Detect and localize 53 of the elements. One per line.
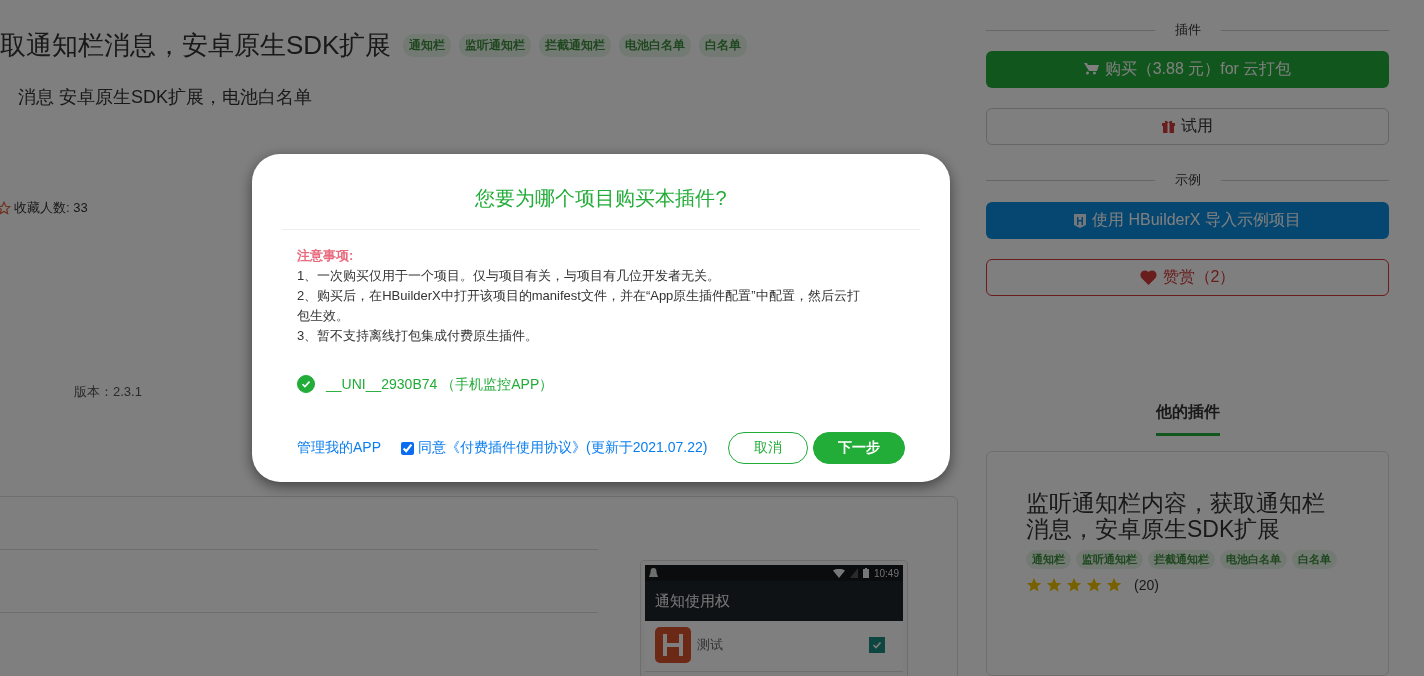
tag[interactable]: 拦截通知栏 [1148, 550, 1215, 569]
notice-label: 注意事项: [297, 247, 355, 265]
next-button[interactable]: 下一步 [813, 432, 905, 464]
tag[interactable]: 拦截通知栏 [539, 34, 612, 57]
status-time: 10:49 [873, 567, 899, 579]
star-icon[interactable] [0, 201, 11, 215]
tag[interactable]: 通知栏 [1026, 550, 1071, 569]
notice-text: 2、购买后，在HBuilderX中打开该项目的manifest文件，并在“App原生插件配置”中配置，然后云打包生效。 [297, 287, 861, 325]
plugin-subtitle: 消息 安卓原生SDK扩展，电池白名单 [18, 86, 313, 109]
app-checkbox[interactable] [869, 637, 885, 653]
project-option[interactable]: __UNI__2930B74 （手机监控APP） [297, 374, 905, 394]
agreement-link[interactable]: 同意《付费插件使用协议》(更新于2021.07.22) [418, 439, 708, 457]
star-icon [1066, 577, 1082, 593]
trial-button[interactable]: 试用 [986, 108, 1389, 145]
tag[interactable]: 电池白名单 [1220, 550, 1287, 569]
tag[interactable]: 白名单 [699, 34, 748, 57]
tag[interactable]: 监听通知栏 [459, 34, 532, 57]
signal-icon [849, 568, 858, 578]
favorites-count: 收藏人数: 33 [14, 199, 88, 217]
star-icon [1106, 577, 1122, 593]
dialog-title: 您要为哪个项目购买本插件? [282, 154, 920, 230]
tag[interactable]: 通知栏 [403, 34, 452, 57]
reward-button[interactable]: 赞赏（2） [986, 259, 1389, 296]
review-count: (20) [1134, 577, 1159, 593]
section-heading: 示例 [1174, 171, 1201, 189]
battery-icon [862, 568, 869, 578]
star-icon [1086, 577, 1102, 593]
manage-apps-link[interactable]: 管理我的APP [297, 439, 381, 457]
plugin-card-title[interactable]: 监听通知栏内容，获取通知栏消息，安卓原生SDK扩展 [1026, 490, 1346, 542]
tag[interactable]: 监听通知栏 [1076, 550, 1143, 569]
cart-icon [1083, 63, 1099, 76]
tag[interactable]: 白名单 [1292, 550, 1337, 569]
section-heading: 插件 [1174, 21, 1201, 39]
star-icon [1026, 577, 1042, 593]
plugin-title: 取通知栏消息，安卓原生SDK扩展 [0, 29, 392, 62]
tab[interactable]: 他的插件 [1155, 402, 1220, 436]
tag[interactable]: 电池白名单 [619, 34, 692, 57]
star-icon [1046, 577, 1062, 593]
cancel-button[interactable]: 取消 [728, 432, 808, 464]
checkmark-icon [872, 640, 882, 650]
app-name: 测试 [697, 636, 724, 654]
agreement-checkbox[interactable] [401, 441, 414, 455]
import-example-button[interactable]: 使用 HBuilderX 导入示例项目 [986, 202, 1389, 239]
phone-screen-title: 通知使用权 [655, 591, 730, 611]
wifi-icon [832, 568, 845, 578]
notice-text: 3、暂不支持离线打包集成付费原生插件。 [297, 327, 540, 345]
app-logo-icon [655, 627, 691, 663]
notification-icon [649, 568, 658, 578]
notice-text: 1、一次购买仅用于一个项目。仅与项目有关，与项目有几位开发者无关。 [297, 267, 722, 285]
heart-icon [1139, 270, 1157, 285]
gift-icon [1162, 120, 1175, 133]
version-label: 版本：2.3.1 [74, 383, 142, 401]
buy-button[interactable]: 购买（3.88 元）for 云打包 [986, 51, 1389, 88]
